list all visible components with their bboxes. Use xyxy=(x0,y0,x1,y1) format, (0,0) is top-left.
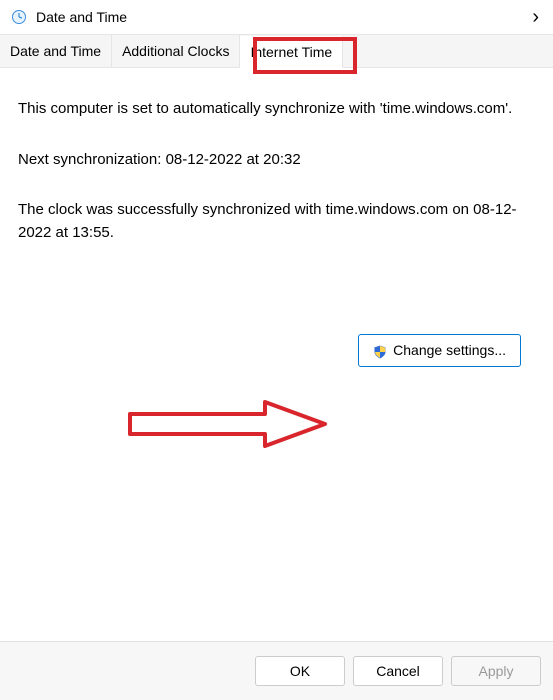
ok-button[interactable]: OK xyxy=(255,656,345,686)
clock-icon xyxy=(10,8,28,26)
cancel-button[interactable]: Cancel xyxy=(353,656,443,686)
next-sync-text: Next synchronization: 08-12-2022 at 20:3… xyxy=(18,149,535,172)
dialog-button-bar: OK Cancel Apply xyxy=(0,641,553,700)
change-settings-label: Change settings... xyxy=(393,340,506,361)
window-title: Date and Time xyxy=(36,9,528,25)
tabstrip: Date and Time Additional Clocks Internet… xyxy=(0,34,553,68)
tab-additional-clocks[interactable]: Additional Clocks xyxy=(112,35,240,67)
apply-button[interactable]: Apply xyxy=(451,656,541,686)
close-icon[interactable]: › xyxy=(528,6,543,29)
change-settings-row: Change settings... xyxy=(18,334,535,367)
titlebar: Date and Time › xyxy=(0,0,553,34)
annotation-arrow xyxy=(125,396,330,452)
tab-internet-time[interactable]: Internet Time xyxy=(240,36,343,68)
change-settings-button[interactable]: Change settings... xyxy=(358,334,521,367)
last-sync-text: The clock was successfully synchronized … xyxy=(18,199,535,244)
sync-info-text: This computer is set to automatically sy… xyxy=(18,98,535,121)
shield-icon xyxy=(373,344,387,358)
tab-date-time[interactable]: Date and Time xyxy=(0,35,112,67)
tab-content: This computer is set to automatically sy… xyxy=(0,68,553,385)
